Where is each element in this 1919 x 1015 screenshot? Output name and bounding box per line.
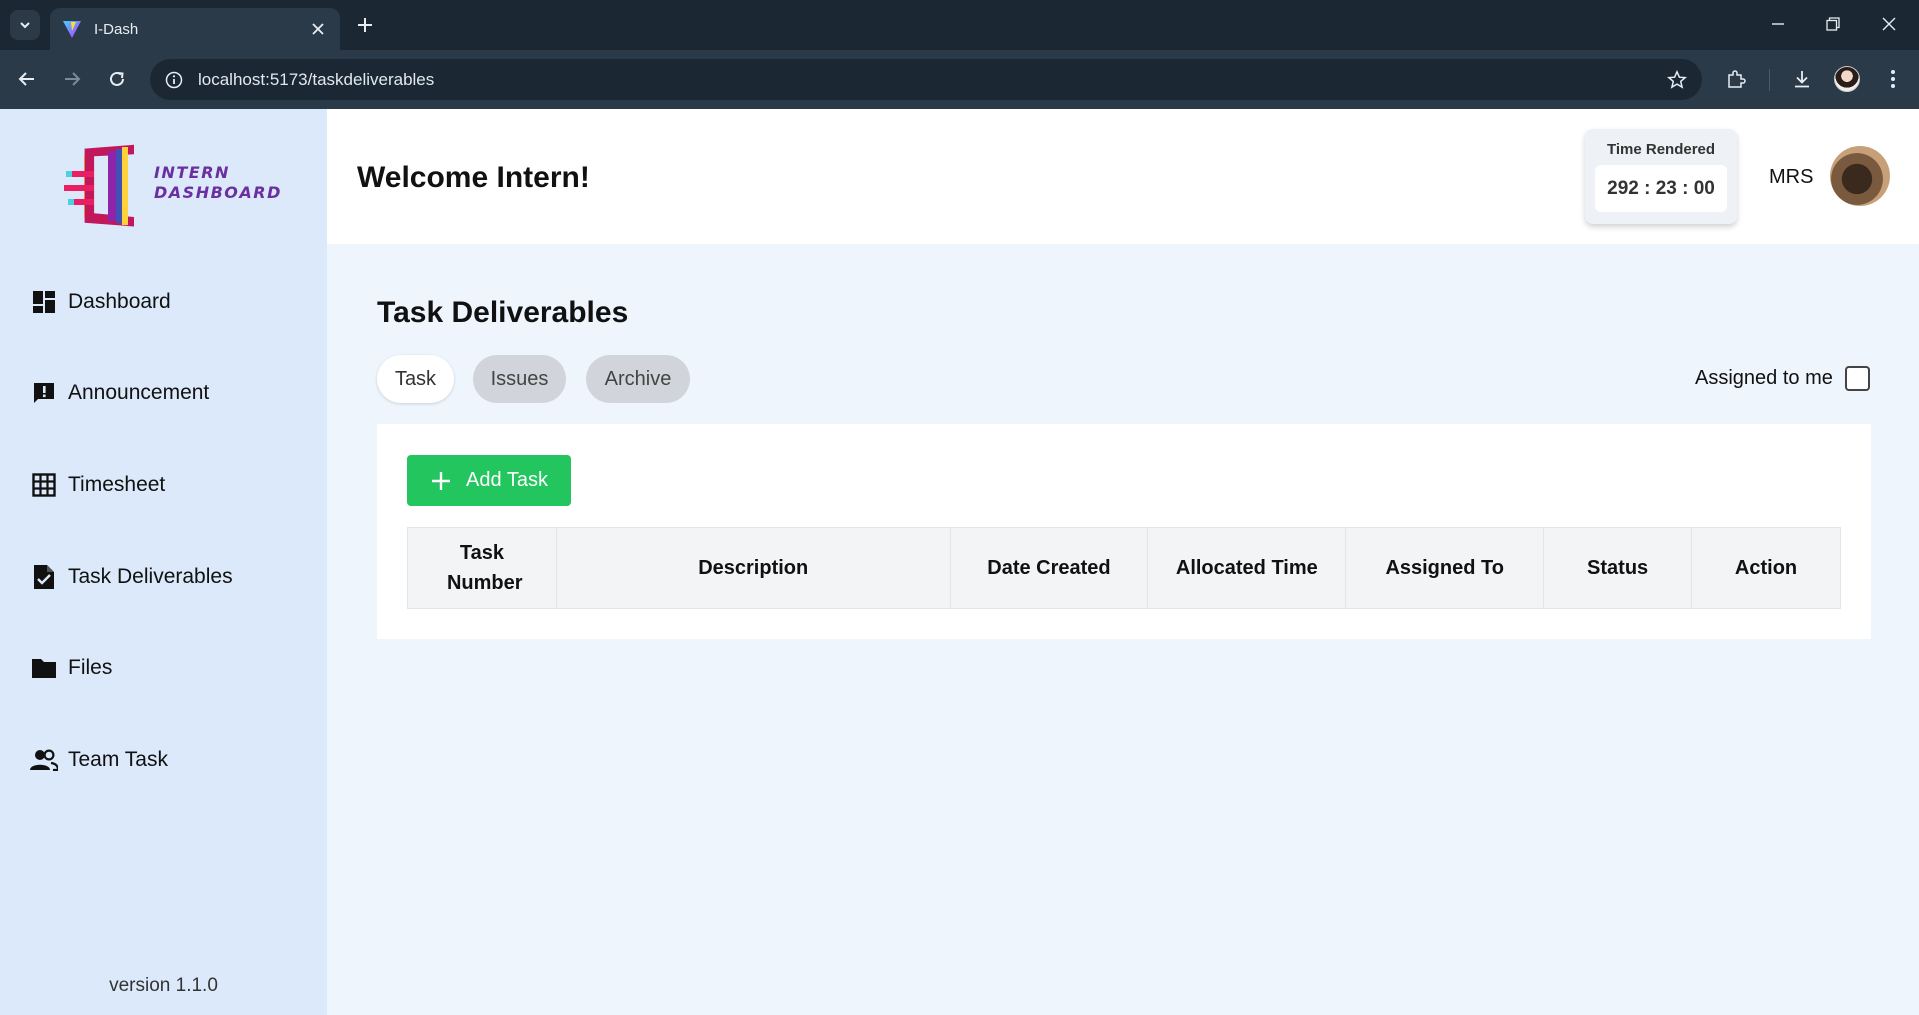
sidebar-item-label: Announcement (68, 381, 210, 404)
forward-button[interactable] (55, 62, 89, 96)
new-tab-button[interactable] (350, 10, 380, 40)
column-header-task-number[interactable]: Task Number (407, 527, 557, 609)
reload-icon (110, 71, 124, 86)
tab-issues[interactable]: Issues (473, 355, 566, 403)
user-initials: MRS (1769, 166, 1814, 188)
time-rendered-card: Time Rendered 292 : 23 : 00 (1585, 129, 1737, 224)
minimize-button[interactable] (1756, 4, 1800, 44)
assigned-to-me-filter: Assigned to me (1695, 366, 1870, 391)
logo-line-1: INTERN (154, 163, 230, 182)
task-file-icon (30, 563, 58, 591)
sidebar-item-dashboard[interactable]: Dashboard (30, 282, 320, 322)
team-icon (30, 746, 58, 774)
welcome-heading: Welcome Intern! (357, 161, 590, 194)
column-header-description[interactable]: Description (555, 527, 951, 609)
plus-icon (358, 18, 372, 32)
sidebar-item-team-task[interactable]: Team Task (30, 740, 320, 780)
announcement-icon (30, 379, 58, 407)
downloads-button[interactable] (1785, 62, 1819, 96)
tab-search-button[interactable] (10, 10, 40, 40)
browser-tab[interactable]: I-Dash (50, 8, 340, 50)
close-icon (1882, 17, 1896, 31)
sidebar-item-label: Timesheet (68, 473, 166, 496)
restore-button[interactable] (1811, 4, 1855, 44)
minimize-icon (1772, 23, 1784, 25)
add-task-button[interactable]: Add Task (407, 455, 571, 506)
table-header-row: Task Number Description Date Created All… (407, 527, 1841, 609)
column-header-date-created[interactable]: Date Created (949, 527, 1149, 609)
plus-icon (432, 471, 451, 490)
tab-title: I-Dash (94, 20, 139, 38)
browser-tabstrip: I-Dash (0, 0, 1919, 50)
assigned-to-me-checkbox[interactable] (1844, 366, 1870, 391)
back-button[interactable] (10, 62, 44, 96)
url-text[interactable]: localhost:5173/taskdeliverables (198, 70, 1660, 90)
download-icon (1795, 71, 1809, 88)
toolbar-separator (1769, 69, 1770, 91)
sidebar-item-announcement[interactable]: Announcement (30, 373, 320, 413)
sidebar-item-label: Team Task (68, 748, 168, 771)
vite-favicon-icon (63, 21, 81, 38)
restore-icon (1826, 17, 1840, 31)
bookmark-star-icon[interactable] (1660, 63, 1694, 97)
sidebar-item-files[interactable]: Files (30, 648, 320, 688)
profile-button[interactable] (1830, 62, 1864, 96)
dashboard-icon (30, 288, 58, 316)
time-rendered-label: Time Rendered (1606, 141, 1716, 158)
sidebar-item-timesheet[interactable]: Timesheet (30, 465, 320, 505)
browser-menu-button[interactable] (1876, 62, 1910, 96)
column-header-allocated-time[interactable]: Allocated Time (1147, 527, 1347, 609)
column-header-assigned-to[interactable]: Assigned To (1345, 527, 1545, 609)
chevron-down-icon (20, 22, 30, 29)
logo-line-2: DASHBOARD (154, 183, 282, 202)
task-table-card: Add Task Task Number Description Date Cr… (377, 424, 1871, 639)
column-header-label: Task Number (446, 542, 523, 594)
task-table: Task Number Description Date Created All… (407, 527, 1841, 609)
time-rendered-value: 292 : 23 : 00 (1595, 165, 1727, 212)
intern-dashboard-logo[interactable]: INTERN DASHBOARD (64, 141, 280, 235)
tab-task[interactable]: Task (377, 355, 454, 403)
sidebar-item-label: Dashboard (68, 290, 171, 313)
page-title: Task Deliverables (377, 296, 629, 329)
arrow-right-icon (65, 72, 81, 86)
site-info-icon[interactable] (164, 70, 184, 90)
profile-avatar (1834, 66, 1860, 92)
column-header-status[interactable]: Status (1543, 527, 1693, 609)
close-tab-icon[interactable] (308, 19, 328, 39)
assigned-to-me-label: Assigned to me (1695, 367, 1833, 389)
puzzle-icon (1728, 70, 1746, 88)
folder-icon (30, 654, 58, 682)
sidebar-item-label: Task Deliverables (68, 565, 233, 588)
sidebar: INTERN DASHBOARD Dashboard Announcement … (0, 109, 327, 1015)
add-task-label: Add Task (466, 469, 548, 491)
page-header: Welcome Intern! Time Rendered 292 : 23 :… (327, 109, 1919, 244)
avatar[interactable] (1830, 146, 1890, 206)
grid-icon (30, 471, 58, 499)
logo-text: INTERN DASHBOARD (154, 163, 282, 203)
logo-mark-icon (64, 144, 134, 227)
extensions-button[interactable] (1719, 62, 1753, 96)
close-window-button[interactable] (1867, 4, 1911, 44)
main-content: Task Deliverables Task Issues Archive As… (327, 244, 1919, 1015)
kebab-menu-icon (1891, 70, 1895, 88)
reload-button[interactable] (100, 62, 134, 96)
address-bar[interactable]: localhost:5173/taskdeliverables (150, 59, 1702, 100)
column-header-action[interactable]: Action (1691, 527, 1841, 609)
arrow-left-icon (18, 72, 34, 86)
tab-archive[interactable]: Archive (586, 355, 690, 403)
sidebar-item-task-deliverables[interactable]: Task Deliverables (30, 557, 320, 597)
sidebar-item-label: Files (68, 656, 113, 679)
version-label: version 1.1.0 (109, 975, 218, 996)
